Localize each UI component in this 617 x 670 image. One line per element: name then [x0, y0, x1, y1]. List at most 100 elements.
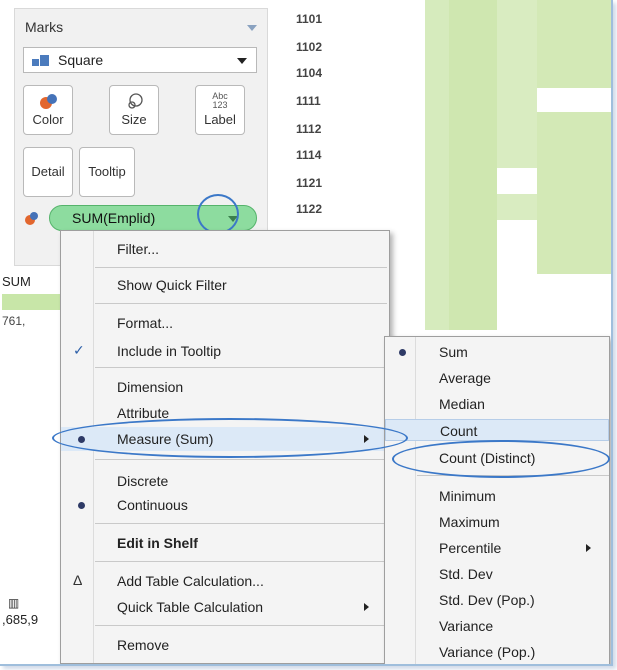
marks-menu-arrow-icon[interactable]	[247, 25, 257, 31]
menu-item-remove[interactable]: Remove	[61, 633, 389, 657]
menu-item-include-in-tooltip[interactable]: ✓ Include in Tooltip	[61, 339, 389, 363]
menu-item-label: Dimension	[117, 379, 184, 395]
label-icon: Abc 123	[212, 91, 228, 110]
menu-item-label: Quick Table Calculation	[117, 599, 264, 615]
menu-item-continuous[interactable]: Continuous	[61, 493, 389, 517]
submenu-item-label: Minimum	[439, 488, 496, 504]
legend-value: 761,	[2, 314, 26, 328]
menu-separator	[95, 367, 387, 368]
radio-selected-icon	[78, 502, 85, 509]
menu-item-discrete[interactable]: Discrete	[61, 469, 389, 493]
submenu-item-label: Variance	[439, 618, 494, 634]
aggregation-submenu: Sum Average Median Count Count (Distinct…	[384, 336, 610, 664]
legend-title: SUM	[2, 274, 31, 289]
submenu-arrow-icon	[364, 603, 369, 611]
menu-item-label: Continuous	[117, 497, 188, 513]
submenu-item-minimum[interactable]: Minimum	[385, 485, 609, 507]
count-distinct-highlight-ellipse	[392, 440, 610, 478]
menu-item-edit-in-shelf[interactable]: Edit in Shelf	[61, 531, 389, 555]
menu-item-add-table-calculation[interactable]: Δ Add Table Calculation...	[61, 569, 389, 593]
submenu-item-label: Variance (Pop.)	[439, 644, 536, 660]
measure-sum-highlight-ellipse	[52, 418, 408, 458]
mark-type-dropdown[interactable]: Square	[23, 47, 257, 73]
submenu-item-variance[interactable]: Variance	[385, 615, 609, 637]
row-header: 1112	[296, 122, 322, 136]
detail-button-label: Detail	[31, 164, 65, 179]
mark-type-label: Square	[58, 52, 104, 68]
marks-header: Marks	[25, 19, 64, 35]
submenu-item-count[interactable]: Count	[385, 419, 609, 441]
chevron-down-icon[interactable]	[237, 58, 247, 64]
menu-item-label: Include in Tooltip	[117, 343, 222, 359]
menu-item-label: Format...	[117, 315, 174, 331]
menu-separator	[95, 561, 387, 562]
size-button[interactable]: Size	[109, 85, 159, 135]
pill-arrow-highlight-circle	[197, 194, 239, 234]
tooltip-button-label: Tooltip	[88, 164, 126, 179]
submenu-item-sum[interactable]: Sum	[385, 341, 609, 363]
submenu-item-variance-pop[interactable]: Variance (Pop.)	[385, 641, 609, 663]
row-header: 1114	[296, 148, 322, 162]
heatmap-column	[449, 0, 497, 330]
legend-color-bar	[2, 294, 60, 310]
color-button[interactable]: Color	[23, 85, 73, 135]
color-icon	[40, 94, 57, 109]
submenu-item-median[interactable]: Median	[385, 393, 609, 415]
submenu-item-label: Count	[440, 423, 478, 439]
checkmark-icon: ✓	[73, 342, 85, 358]
menu-separator	[95, 267, 387, 268]
submenu-item-std-dev-pop[interactable]: Std. Dev (Pop.)	[385, 589, 609, 611]
submenu-item-label: Std. Dev	[439, 566, 493, 582]
label-button-label: Label	[204, 112, 236, 127]
size-icon	[128, 93, 143, 109]
heatmap-empty-cell	[537, 88, 611, 112]
radio-selected-icon	[399, 349, 406, 356]
heatmap	[425, 0, 611, 330]
submenu-item-label: Average	[439, 370, 491, 386]
menu-separator	[95, 625, 387, 626]
heatmap-empty-cell	[497, 168, 537, 194]
menu-item-show-quick-filter[interactable]: Show Quick Filter	[61, 273, 389, 297]
detail-button[interactable]: Detail	[23, 147, 73, 197]
color-encoding-icon	[25, 212, 38, 225]
submenu-arrow-icon	[586, 544, 591, 552]
square-mark-icon	[32, 55, 49, 66]
sheet-icon[interactable]: ▥	[8, 596, 19, 610]
tooltip-button[interactable]: Tooltip	[79, 147, 135, 197]
submenu-item-label: Maximum	[439, 514, 500, 530]
submenu-item-label: Sum	[439, 344, 468, 360]
menu-separator	[95, 523, 387, 524]
label-button[interactable]: Abc 123 Label	[195, 85, 245, 135]
menu-item-label: Filter...	[117, 241, 160, 257]
delta-icon: Δ	[73, 572, 83, 588]
status-value: ,685,9	[2, 612, 39, 627]
row-header: 1121	[296, 176, 323, 190]
heatmap-empty-cell	[537, 274, 611, 330]
row-header: 1102	[296, 40, 323, 54]
menu-separator	[95, 303, 387, 304]
menu-item-label: Edit in Shelf	[117, 535, 198, 551]
row-header: 1104	[296, 66, 323, 80]
tableau-window: 1101 1102 1104 1111 1112 1114 1121 1122 …	[0, 0, 613, 666]
menu-item-label: Remove	[117, 637, 170, 653]
color-button-label: Color	[32, 112, 64, 127]
menu-item-quick-table-calculation[interactable]: Quick Table Calculation	[61, 595, 389, 619]
row-header: 1111	[296, 94, 321, 108]
menu-item-label: Discrete	[117, 473, 169, 489]
submenu-item-average[interactable]: Average	[385, 367, 609, 389]
menu-item-dimension[interactable]: Dimension	[61, 375, 389, 399]
submenu-item-percentile[interactable]: Percentile	[385, 537, 609, 559]
submenu-item-label: Median	[439, 396, 485, 412]
size-button-label: Size	[121, 112, 147, 127]
row-header: 1101	[296, 12, 323, 26]
heatmap-column	[425, 0, 449, 330]
submenu-item-label: Percentile	[439, 540, 502, 556]
submenu-item-std-dev[interactable]: Std. Dev	[385, 563, 609, 585]
menu-item-filter[interactable]: Filter...	[61, 237, 389, 261]
pill-label: SUM(Emplid)	[72, 210, 156, 226]
submenu-item-label: Std. Dev (Pop.)	[439, 592, 535, 608]
row-header: 1122	[296, 202, 323, 216]
heatmap-empty-cell	[497, 220, 537, 330]
menu-item-format[interactable]: Format...	[61, 311, 389, 335]
submenu-item-maximum[interactable]: Maximum	[385, 511, 609, 533]
